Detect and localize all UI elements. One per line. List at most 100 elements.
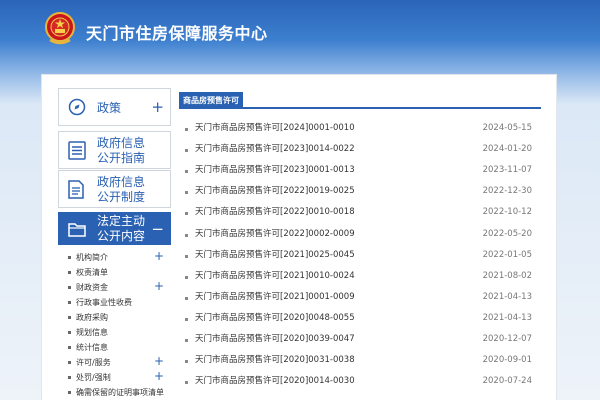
bullet-icon [185, 318, 188, 321]
sidebar-item-label: 公开制度 [97, 190, 146, 204]
site-title[interactable]: 天门市住房保障服务中心 [86, 20, 268, 44]
bullet-icon [68, 346, 71, 349]
bullet-icon [185, 170, 188, 173]
bullet-icon [185, 191, 188, 194]
sub-item-admin-fees[interactable]: 行政事业性收费 [58, 295, 171, 310]
bullet-icon [185, 381, 188, 384]
bullet-icon [185, 339, 188, 342]
list-item-date: 2020-12-07 [482, 334, 532, 344]
sidebar-item-label: 政府信息 [97, 136, 146, 150]
sidebar-item-label: 公开内容 [97, 229, 146, 243]
sub-item-planning[interactable]: 规划信息 [58, 325, 171, 340]
list-item[interactable]: 天门市商品房预售许可[2020]0039-0047 2020-12-07 [179, 329, 541, 350]
list-item-date: 2022-12-30 [482, 186, 532, 196]
list-item-date: 2024-05-15 [482, 123, 532, 133]
sidebar-item-policy[interactable]: 政策 + [58, 88, 171, 126]
sub-item-certificate-list[interactable]: 确需保留的证明事项清单 [58, 385, 171, 400]
list-item-title[interactable]: 天门市商品房预售许可[2020]0031-0038 [195, 350, 355, 371]
sidebar-item-disclosure-guide[interactable]: 政府信息 公开指南 [58, 131, 171, 169]
list-item[interactable]: 天门市商品房预售许可[2022]0002-0009 2022-05-20 [179, 224, 541, 245]
list-item-title[interactable]: 天门市商品房预售许可[2022]0002-0009 [195, 224, 355, 245]
bullet-icon [68, 361, 71, 364]
sub-item-label: 权责清单 [76, 268, 108, 277]
list-item-date: 2022-10-12 [482, 207, 532, 217]
bullet-icon [185, 212, 188, 215]
sub-item-org-intro[interactable]: 机构简介 + [58, 249, 171, 265]
list-item[interactable]: 天门市商品房预售许可[2024]0001-0010 2024-05-15 [179, 118, 541, 139]
list-item-date: 2022-05-20 [482, 229, 532, 239]
list-item-title[interactable]: 天门市商品房预售许可[2020]0014-0030 [195, 371, 355, 392]
bullet-icon [68, 271, 71, 274]
list-item-date: 2020-09-01 [482, 355, 532, 365]
list-item-title[interactable]: 天门市商品房预售许可[2022]0019-0025 [195, 181, 355, 202]
list-item[interactable]: 天门市商品房预售许可[2023]0014-0022 2024-01-20 [179, 139, 541, 160]
sub-item-fiscal-funds[interactable]: 财政资金 + [58, 279, 171, 295]
bullet-icon [68, 316, 71, 319]
list-item-date: 2021-04-13 [482, 292, 532, 302]
list-item[interactable]: 天门市商品房预售许可[2021]0025-0045 2022-01-05 [179, 245, 541, 266]
list-item-title[interactable]: 天门市商品房预售许可[2023]0001-0013 [195, 160, 355, 181]
document-icon [68, 180, 84, 199]
list-item-title[interactable]: 天门市商品房预售许可[2020]0048-0055 [195, 308, 355, 329]
list-item[interactable]: 天门市商品房预售许可[2022]0010-0018 2022-10-12 [179, 202, 541, 223]
site-header: 天门市住房保障服务中心 [0, 0, 600, 62]
section-header: 商品房预售许可 [179, 92, 541, 109]
list-item-title[interactable]: 天门市商品房预售许可[2021]0001-0009 [195, 287, 355, 308]
list-item[interactable]: 天门市商品房预售许可[2022]0019-0025 2022-12-30 [179, 181, 541, 202]
expand-plus-icon[interactable]: + [154, 369, 164, 384]
bullet-icon [68, 256, 71, 259]
bullet-icon [185, 234, 188, 237]
sidebar-item-label: 公开指南 [97, 151, 146, 165]
national-emblem-icon[interactable] [44, 12, 76, 46]
bullet-icon [185, 255, 188, 258]
list-item-title[interactable]: 天门市商品房预售许可[2023]0014-0022 [195, 139, 355, 160]
expand-plus-icon[interactable]: + [151, 100, 164, 115]
list-item[interactable]: 天门市商品房预售许可[2020]0048-0055 2021-04-13 [179, 308, 541, 329]
list-item-date: 2022-01-05 [482, 250, 532, 260]
collapse-minus-icon[interactable]: − [151, 222, 164, 237]
sidebar-item-label: 政策 [97, 101, 122, 115]
sidebar-item-label: 政府信息 [97, 175, 146, 189]
sub-item-procurement[interactable]: 政府采购 [58, 310, 171, 325]
list-item-title[interactable]: 天门市商品房预售许可[2024]0001-0010 [195, 118, 355, 139]
bullet-icon [68, 331, 71, 334]
list-item[interactable]: 天门市商品房预售许可[2020]0031-0038 2020-09-01 [179, 350, 541, 371]
list-item-date: 2023-11-07 [482, 165, 532, 175]
expand-plus-icon[interactable]: + [154, 354, 164, 369]
bullet-icon [68, 301, 71, 304]
sub-item-power-list[interactable]: 权责清单 [58, 265, 171, 280]
list-item-title[interactable]: 天门市商品房预售许可[2020]0039-0047 [195, 329, 355, 350]
sub-item-label: 规划信息 [76, 328, 108, 337]
sub-item-label: 统计信息 [76, 343, 108, 352]
bullet-icon [68, 286, 71, 289]
list-item[interactable]: 天门市商品房预售许可[2021]0001-0009 2021-04-13 [179, 287, 541, 308]
sub-item-penalty[interactable]: 处罚/强制 + [58, 369, 171, 385]
sub-item-statistics[interactable]: 统计信息 [58, 340, 171, 355]
expand-plus-icon[interactable]: + [154, 249, 164, 264]
sub-item-label: 财政资金 [76, 283, 108, 292]
sidebar-item-disclosure-system[interactable]: 政府信息 公开制度 [58, 170, 171, 208]
bullet-icon [185, 276, 188, 279]
sidebar-item-statutory-disclosure[interactable]: 法定主动 公开内容 − [58, 212, 171, 245]
bullet-icon [68, 391, 71, 394]
bullet-icon [185, 297, 188, 300]
list-item-date: 2024-01-20 [482, 144, 532, 154]
compass-icon [68, 98, 86, 116]
list-item[interactable]: 天门市商品房预售许可[2023]0001-0013 2023-11-07 [179, 160, 541, 181]
sub-item-label: 机构简介 [76, 253, 108, 262]
list-item-date: 2021-08-02 [482, 271, 532, 281]
list-item[interactable]: 天门市商品房预售许可[2021]0010-0024 2021-08-02 [179, 266, 541, 287]
bullet-icon [185, 360, 188, 363]
tab-presale-permit[interactable]: 商品房预售许可 [179, 92, 243, 109]
folder-icon [68, 223, 86, 237]
sub-item-label: 确需保留的证明事项清单 [76, 388, 164, 397]
bullet-icon [185, 149, 188, 152]
bullet-icon [68, 376, 71, 379]
sub-item-license-service[interactable]: 许可/服务 + [58, 354, 171, 370]
expand-plus-icon[interactable]: + [154, 279, 164, 294]
list-item-title[interactable]: 天门市商品房预售许可[2021]0025-0045 [195, 245, 355, 266]
list-item-title[interactable]: 天门市商品房预售许可[2022]0010-0018 [195, 202, 355, 223]
list-item-title[interactable]: 天门市商品房预售许可[2021]0010-0024 [195, 266, 355, 287]
list-item[interactable]: 天门市商品房预售许可[2020]0014-0030 2020-07-24 [179, 371, 541, 392]
sub-item-label: 政府采购 [76, 313, 108, 322]
